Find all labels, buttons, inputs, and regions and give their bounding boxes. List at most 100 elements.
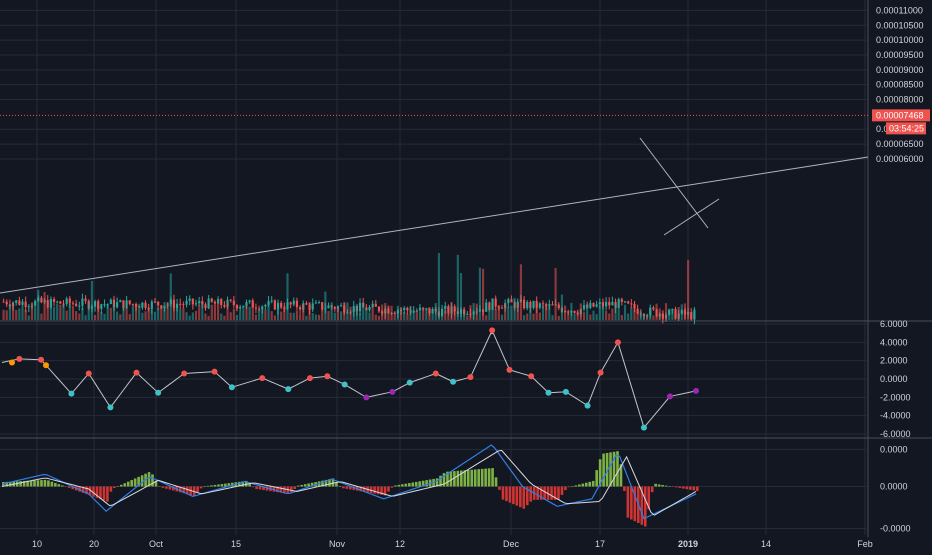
- macd-histogram-bar: [675, 486, 678, 488]
- volume-bar: [144, 311, 147, 320]
- candle-body: [541, 303, 545, 305]
- time-tick-label: 15: [231, 539, 241, 549]
- candle-body: [245, 301, 248, 307]
- volume-bar: [488, 308, 491, 320]
- volume-bar: [37, 289, 40, 320]
- volume-bar: [100, 312, 103, 320]
- macd-histogram-bar: [67, 486, 71, 488]
- candle-body: [71, 303, 75, 305]
- candle-body: [374, 303, 377, 307]
- volume-bar: [27, 315, 30, 320]
- candle-body: [194, 303, 198, 305]
- volume-bar: [456, 254, 459, 320]
- volume-bar: [229, 312, 232, 320]
- volume-bar: [226, 303, 229, 320]
- volume-bar: [652, 315, 655, 320]
- macd-histogram-bar: [394, 485, 397, 487]
- volume-bar: [548, 305, 551, 320]
- macd-histogram-bar: [484, 468, 487, 487]
- volume-bar: [21, 305, 24, 320]
- volume-bar: [289, 312, 292, 320]
- macd-histogram-bar: [29, 480, 33, 487]
- candle-body: [75, 303, 78, 307]
- volume-bar: [551, 315, 554, 320]
- oscillator-marker: [306, 375, 313, 382]
- time-tick-label: 10: [32, 539, 42, 549]
- macd-histogram-bar: [213, 484, 217, 487]
- candle-body: [103, 304, 106, 306]
- macd-histogram-bar: [685, 486, 689, 490]
- candle-body: [93, 301, 97, 307]
- volume-bar: [336, 308, 340, 320]
- candle-body: [444, 306, 447, 309]
- macd-histogram-bar: [217, 484, 220, 487]
- macd-histogram-bar: [165, 486, 168, 489]
- volume-bar: [78, 313, 81, 320]
- volume-bar: [579, 303, 582, 320]
- candle-body: [254, 307, 258, 309]
- macd-histogram-bar: [466, 470, 470, 487]
- macd-histogram-bar: [567, 486, 571, 488]
- volume-bar: [693, 309, 696, 320]
- candle-body: [418, 307, 422, 311]
- volume-bar: [409, 305, 412, 320]
- oscillator-marker: [68, 390, 75, 397]
- volume-bar: [661, 310, 664, 320]
- osc-tick-label: 6.0000: [880, 319, 908, 329]
- candle-body: [179, 303, 182, 305]
- macd-histogram-bar: [456, 470, 460, 487]
- macd-histogram-bar: [571, 486, 574, 487]
- macd-tick-label: -0.0000: [880, 524, 911, 534]
- oscillator-marker: [467, 374, 474, 381]
- volume-bar: [352, 309, 355, 320]
- volume-bar: [270, 311, 273, 320]
- macd-histogram-bar: [397, 484, 401, 487]
- macd-histogram-bar: [574, 485, 578, 487]
- macd-histogram-bar: [109, 486, 113, 492]
- macd-histogram-bar: [133, 478, 137, 487]
- oscillator-marker: [506, 366, 513, 373]
- macd-histogram-bar: [473, 469, 477, 487]
- volume-bar: [59, 304, 62, 320]
- macd-histogram-bar: [623, 486, 626, 491]
- oscillator-marker: [545, 389, 552, 396]
- volume-bar: [687, 259, 690, 320]
- macd-histogram-bar: [609, 452, 612, 487]
- macd-histogram-bar: [36, 480, 40, 487]
- candle-body: [299, 307, 302, 310]
- volume-bar: [160, 306, 163, 320]
- volume-bar: [504, 303, 507, 320]
- candle-body: [207, 298, 210, 309]
- volume-bar: [128, 314, 131, 320]
- macd-histogram-bar: [161, 486, 165, 488]
- volume-bar: [680, 304, 683, 320]
- volume-bar: [523, 315, 526, 320]
- candle-body: [261, 306, 264, 310]
- volume-bar: [286, 273, 289, 320]
- volume-bar: [217, 302, 220, 320]
- volume-bar: [605, 310, 608, 320]
- macd-histogram-bar: [491, 468, 494, 487]
- macd-histogram-bar: [550, 486, 553, 500]
- macd-histogram-bar: [584, 482, 588, 487]
- time-tick-label: Feb: [857, 539, 873, 549]
- candle-body: [595, 304, 598, 307]
- macd-histogram-bar: [480, 468, 484, 487]
- macd-histogram-bar: [196, 486, 199, 493]
- macd-histogram-bar: [43, 479, 47, 487]
- volume-bar: [251, 302, 254, 320]
- volume-bar: [93, 314, 97, 320]
- candle-body: [500, 307, 504, 309]
- candle-body: [235, 305, 239, 309]
- macd-tick-label: 0.0000: [880, 482, 908, 492]
- volume-bar: [201, 303, 204, 320]
- candle-body: [125, 300, 128, 309]
- macd-histogram-bar: [591, 480, 595, 487]
- candle-body: [153, 301, 157, 303]
- volume-bar: [8, 305, 11, 320]
- candle-body: [106, 304, 109, 306]
- volume-bar: [418, 311, 422, 320]
- macd-histogram-bar: [303, 484, 307, 487]
- volume-bar: [223, 315, 226, 320]
- oscillator-marker: [450, 378, 457, 385]
